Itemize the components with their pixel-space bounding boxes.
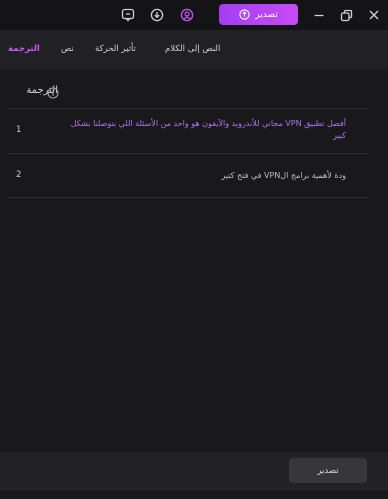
row-index: 2 — [16, 170, 22, 180]
close-icon[interactable] — [364, 5, 384, 25]
upload-icon — [239, 9, 250, 20]
export-button[interactable]: تصدير — [289, 458, 367, 483]
app-window: تصدير الترجمة نص تأثير الحركة النص إلى ا… — [0, 0, 388, 499]
minimize-icon[interactable] — [309, 5, 329, 25]
tab-bar: الترجمة نص تأثير الحركة النص إلى الكلام — [0, 30, 388, 70]
tab-translation[interactable]: الترجمة — [8, 44, 40, 54]
export-button-top[interactable]: تصدير — [219, 4, 298, 25]
tab-motion-effect[interactable]: تأثير الحركة — [95, 44, 136, 54]
row-index: 1 — [16, 125, 22, 135]
export-button-top-label: تصدير — [255, 9, 278, 20]
restore-icon[interactable] — [336, 5, 356, 25]
info-icon[interactable] — [47, 84, 59, 99]
row-text[interactable]: أفضل تطبيق VPN مجاني للأندرويد والآيفون … — [66, 118, 346, 142]
bottom-strip — [0, 491, 388, 499]
row-text[interactable]: ودة لأهمية برامج الVPN في فتح كتير — [66, 170, 346, 182]
row-divider — [8, 197, 368, 198]
download-icon[interactable] — [147, 5, 167, 25]
user-icon[interactable] — [177, 5, 197, 25]
tab-text-to-speech[interactable]: النص إلى الكلام — [165, 44, 220, 54]
row-divider — [8, 153, 368, 154]
title-bar: تصدير — [0, 0, 388, 30]
message-icon[interactable] — [118, 5, 138, 25]
row-divider — [8, 108, 368, 109]
tab-text[interactable]: نص — [61, 44, 74, 54]
